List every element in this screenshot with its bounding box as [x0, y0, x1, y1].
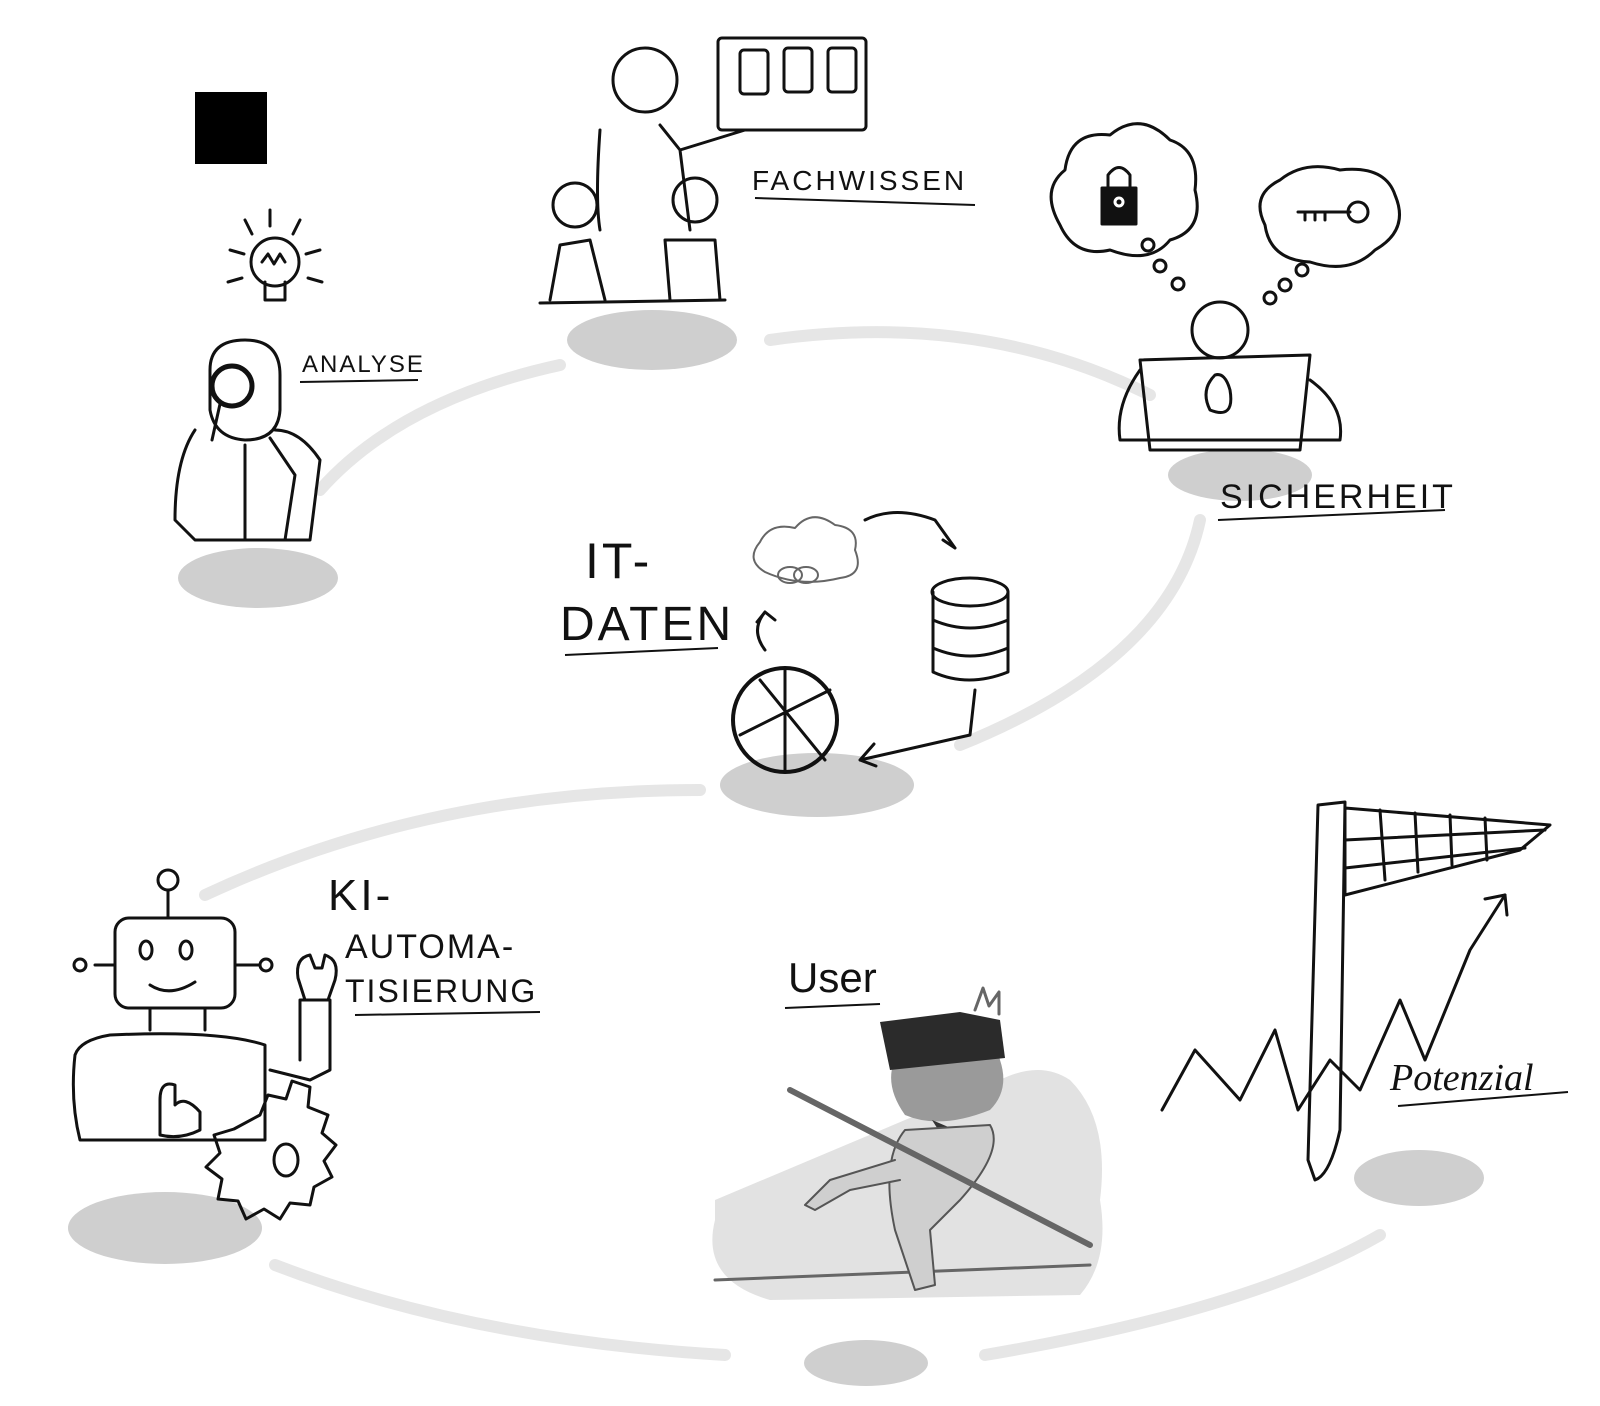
user-icon [712, 986, 1103, 1300]
fachwissen-label: FACHWISSEN [752, 165, 967, 196]
ki-label-line3: TISIERUNG [345, 973, 537, 1009]
user-underline [784, 1003, 881, 1009]
it-daten-label-line1: IT- [585, 533, 652, 589]
analyse-underline [299, 379, 419, 383]
it-daten-icon [731, 511, 1010, 774]
ki-icon [71, 868, 338, 1221]
analyse-icon [173, 208, 324, 542]
potenzial-label: Potenzial [1389, 1057, 1534, 1099]
black-square [195, 92, 267, 164]
fachwissen-underline [754, 197, 976, 206]
potenzial-icon [1160, 800, 1552, 1182]
ki-underline [354, 1011, 541, 1016]
user-label: User [788, 954, 877, 1001]
ki-label-line2: AUTOMA- [345, 928, 515, 966]
ki-label-line1: KI- [328, 871, 393, 920]
analyse-label: ANALYSE [302, 351, 425, 378]
sicherheit-icon [1049, 122, 1401, 452]
it-daten-label-line2: DATEN [560, 598, 734, 651]
process-diagram: ANALYSE FACHWISSEN SICHERHEIT IT- DATEN [68, 36, 1569, 1386]
